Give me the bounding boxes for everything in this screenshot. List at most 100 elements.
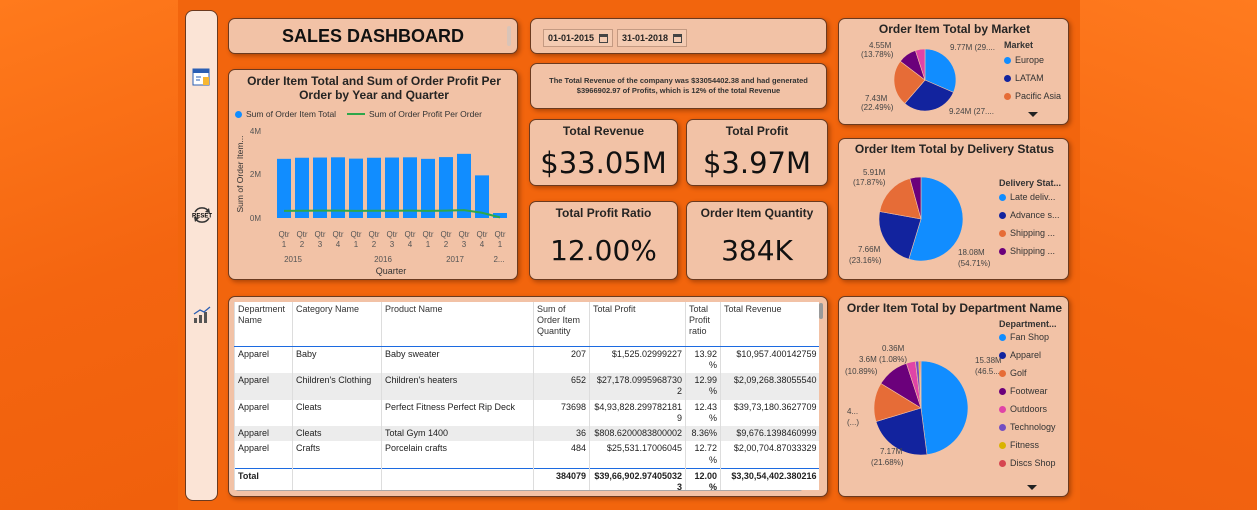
table-cell: 384079 bbox=[533, 467, 590, 490]
column-header[interactable]: Department Name bbox=[234, 302, 293, 347]
column-header[interactable]: Total Profit ratio bbox=[685, 302, 721, 347]
x-tick-label: Qtr bbox=[296, 230, 307, 239]
kpi-total-revenue: Total Revenue $33.05M bbox=[529, 119, 678, 186]
data-label: 4.55M bbox=[869, 41, 892, 50]
legend-item[interactable]: Apparel bbox=[999, 350, 1041, 360]
legend-dot bbox=[999, 247, 1006, 255]
bar[interactable] bbox=[277, 158, 291, 218]
legend-dot bbox=[999, 351, 1006, 359]
year-label: 2017 bbox=[446, 255, 464, 264]
department-pie-card: Order Item Total by Department Name 0.36… bbox=[838, 296, 1069, 497]
x-tick-label: 3 bbox=[318, 240, 323, 249]
legend-item[interactable]: Fan Shop bbox=[999, 332, 1049, 342]
legend-item[interactable]: Golf bbox=[999, 368, 1027, 378]
table-vertical-scrollbar[interactable] bbox=[819, 303, 823, 319]
end-date-input[interactable]: 31-01-2018 bbox=[617, 29, 688, 47]
table-cell: $27,178.09959687302 bbox=[589, 373, 686, 400]
legend-item[interactable]: Late deliv... bbox=[999, 192, 1055, 202]
table-cell: Baby sweater bbox=[381, 346, 534, 373]
table-row[interactable]: Apparel Cleats Total Gym 1400 36 $808.620008… bbox=[234, 426, 819, 442]
bar[interactable] bbox=[385, 157, 399, 218]
bar[interactable] bbox=[367, 157, 381, 218]
column-header[interactable]: Total Revenue bbox=[720, 302, 819, 347]
legend-label: Shipping ... bbox=[1010, 228, 1056, 238]
legend-label: Apparel bbox=[1010, 350, 1042, 360]
report-icon[interactable] bbox=[190, 66, 214, 90]
column-header[interactable]: Product Name bbox=[381, 302, 534, 347]
legend-item[interactable]: Europe bbox=[1004, 55, 1044, 65]
table-cell: Crafts bbox=[292, 441, 382, 469]
table-cell: 207 bbox=[533, 346, 590, 373]
legend-label: Europe bbox=[1015, 55, 1045, 65]
x-tick-label: Qtr bbox=[278, 230, 289, 239]
start-date-input[interactable]: 01-01-2015 bbox=[543, 29, 614, 47]
data-label: (23.16%) bbox=[849, 256, 882, 265]
bar[interactable] bbox=[349, 158, 363, 218]
bar[interactable] bbox=[403, 157, 417, 218]
table-row[interactable]: Apparel Crafts Porcelain crafts 484 $25,531.… bbox=[234, 441, 819, 469]
data-label: (21.68%) bbox=[871, 458, 904, 467]
calendar-icon[interactable] bbox=[673, 33, 683, 43]
table-cell bbox=[381, 467, 534, 490]
legend-item[interactable]: Pacific Asia bbox=[1004, 91, 1061, 101]
title-scrollbar[interactable] bbox=[507, 26, 511, 46]
data-label: 7.43M bbox=[865, 94, 888, 103]
data-label: (46.5... bbox=[975, 367, 1000, 376]
table-row[interactable]: Apparel Baby Baby sweater 207 $1,525.0299922… bbox=[234, 346, 819, 373]
combo-chart-card: Order Item Total and Sum of Order Profit… bbox=[228, 69, 518, 280]
table-cell: 36 bbox=[533, 426, 590, 442]
legend-item[interactable]: Discs Shop bbox=[999, 458, 1056, 468]
x-tick-label: Qtr bbox=[440, 230, 451, 239]
bar[interactable] bbox=[331, 157, 345, 218]
legend-item[interactable]: Fitness bbox=[999, 440, 1039, 450]
legend-dot bbox=[1004, 92, 1011, 100]
column-header[interactable]: Sum of Order Item Quantity bbox=[533, 302, 590, 347]
legend-scroll-down-icon[interactable] bbox=[1028, 112, 1038, 117]
legend-label: LATAM bbox=[1015, 73, 1044, 83]
legend-item[interactable]: Outdoors bbox=[999, 404, 1047, 414]
y-tick-label: 0M bbox=[250, 214, 261, 223]
column-header[interactable]: Total Profit bbox=[589, 302, 686, 347]
table-cell bbox=[292, 467, 382, 490]
pie-slice[interactable] bbox=[920, 360, 969, 455]
summary-card: The Total Revenue of the company was $33… bbox=[530, 63, 827, 109]
bar[interactable] bbox=[457, 153, 471, 218]
bar[interactable] bbox=[421, 158, 435, 218]
table-cell: 12.00 % bbox=[685, 467, 721, 490]
table-cell: Total bbox=[234, 467, 293, 490]
legend-label: Technology bbox=[1010, 422, 1056, 432]
summary-text: The Total Revenue of the company was $33… bbox=[549, 75, 808, 96]
title-card: SALES DASHBOARD bbox=[228, 18, 518, 54]
x-tick-label: 1 bbox=[426, 240, 431, 249]
legend-title: Delivery Stat... bbox=[999, 178, 1062, 188]
table-cell: Apparel bbox=[234, 426, 293, 442]
legend-item[interactable]: LATAM bbox=[1004, 73, 1044, 83]
legend-item[interactable]: Shipping ... bbox=[999, 246, 1055, 256]
legend-item[interactable]: Footwear bbox=[999, 386, 1048, 396]
x-tick-label: Qtr bbox=[314, 230, 325, 239]
table-cell: Apparel bbox=[234, 346, 293, 373]
chart-icon[interactable] bbox=[190, 303, 214, 327]
table-row[interactable]: Apparel Children's Clothing Children's hea… bbox=[234, 373, 819, 400]
legend-scroll-down-icon[interactable] bbox=[1027, 485, 1037, 490]
bar[interactable] bbox=[295, 157, 309, 218]
table-row[interactable]: Apparel Cleats Perfect Fitness Perfect Rip… bbox=[234, 399, 819, 426]
legend-item[interactable]: Shipping ... bbox=[999, 228, 1055, 238]
table-cell: 12.72 % bbox=[685, 441, 721, 469]
calendar-icon[interactable] bbox=[599, 33, 609, 43]
combo-chart[interactable]: Sum of Order Item... 4M 2M 0M Qtr1Qtr2Qt… bbox=[229, 70, 519, 281]
table-cell: $9,676.1398460999 bbox=[720, 426, 819, 442]
x-tick-label: Qtr bbox=[458, 230, 469, 239]
data-label: (...) bbox=[847, 418, 859, 427]
bar[interactable] bbox=[313, 157, 327, 218]
bar[interactable] bbox=[439, 157, 453, 218]
column-header[interactable]: Category Name bbox=[292, 302, 382, 347]
kpi-total-profit: Total Profit $3.97M bbox=[686, 119, 828, 186]
legend-item[interactable]: Advance s... bbox=[999, 210, 1060, 220]
table-cell: 12.99 % bbox=[685, 373, 721, 400]
table-cell: $39,66,902.974050323 bbox=[589, 467, 686, 490]
legend-item[interactable]: Technology bbox=[999, 422, 1056, 432]
y-tick-label: 4M bbox=[250, 127, 261, 136]
reset-icon[interactable]: RESET bbox=[190, 203, 214, 227]
reset-label: RESET bbox=[192, 214, 212, 220]
